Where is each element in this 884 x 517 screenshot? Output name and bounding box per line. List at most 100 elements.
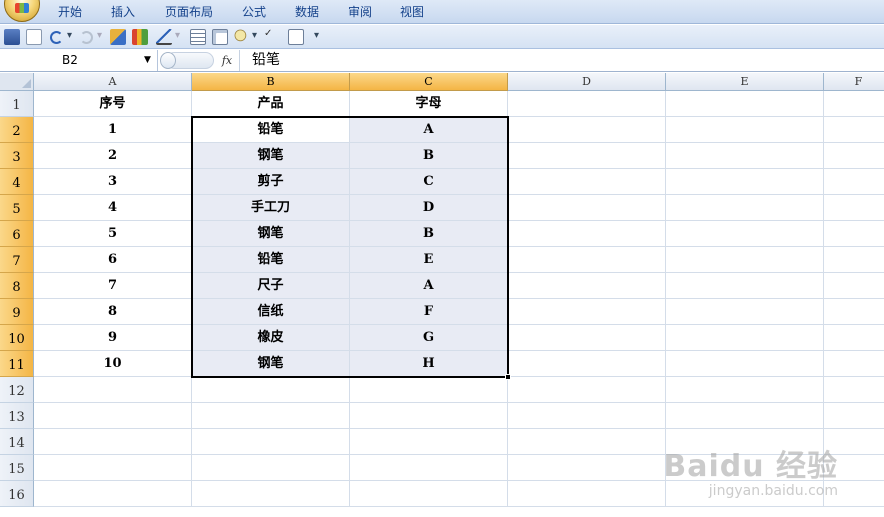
cell-d15[interactable] <box>508 455 666 481</box>
row-header-6[interactable]: 6 <box>0 221 34 247</box>
cell-e1[interactable] <box>666 91 824 117</box>
cell-c10[interactable]: G <box>350 325 508 351</box>
tab-insert[interactable]: 插入 <box>111 3 135 20</box>
cell-b7[interactable]: 铅笔 <box>192 247 350 273</box>
print-preview-icon[interactable] <box>288 29 304 45</box>
column-header-a[interactable]: A <box>34 73 192 91</box>
cell-c5[interactable]: D <box>350 195 508 221</box>
cell-b6[interactable]: 钢笔 <box>192 221 350 247</box>
cell-c3[interactable]: B <box>350 143 508 169</box>
cell-d12[interactable] <box>508 377 666 403</box>
row-header-5[interactable]: 5 <box>0 195 34 221</box>
spelling-icon[interactable]: ✓ <box>264 29 280 45</box>
save-icon[interactable] <box>4 29 20 45</box>
cell-c4[interactable]: C <box>350 169 508 195</box>
cell-a15[interactable] <box>34 455 192 481</box>
undo-dropdown-icon[interactable]: ▾ <box>67 30 72 41</box>
column-header-b[interactable]: B <box>192 73 350 91</box>
cell-a11[interactable]: 10 <box>34 351 192 377</box>
cell-a14[interactable] <box>34 429 192 455</box>
column-header-f[interactable]: F <box>824 73 884 91</box>
cell-f13[interactable] <box>824 403 884 429</box>
cell-d2[interactable] <box>508 117 666 143</box>
cell-f11[interactable] <box>824 351 884 377</box>
row-header-4[interactable]: 4 <box>0 169 34 195</box>
cell-d8[interactable] <box>508 273 666 299</box>
new-icon[interactable] <box>26 29 42 45</box>
tab-formulas[interactable]: 公式 <box>242 3 266 20</box>
column-header-d[interactable]: D <box>508 73 666 91</box>
cell-c6[interactable]: B <box>350 221 508 247</box>
cell-b14[interactable] <box>192 429 350 455</box>
cell-d1[interactable] <box>508 91 666 117</box>
tab-home[interactable]: 开始 <box>58 3 82 20</box>
column-header-e[interactable]: E <box>666 73 824 91</box>
cell-b1[interactable]: 产品 <box>192 91 350 117</box>
cell-d7[interactable] <box>508 247 666 273</box>
cell-a2[interactable]: 1 <box>34 117 192 143</box>
cell-b12[interactable] <box>192 377 350 403</box>
formula-bar-expand-icon[interactable] <box>160 52 176 69</box>
cell-b4[interactable]: 剪子 <box>192 169 350 195</box>
chart-icon[interactable] <box>132 29 148 45</box>
cell-c7[interactable]: E <box>350 247 508 273</box>
table-icon[interactable] <box>190 29 206 45</box>
cell-e8[interactable] <box>666 273 824 299</box>
cell-b3[interactable]: 钢笔 <box>192 143 350 169</box>
row-header-11[interactable]: 11 <box>0 351 34 377</box>
cell-e10[interactable] <box>666 325 824 351</box>
cell-a8[interactable]: 7 <box>34 273 192 299</box>
cell-b11[interactable]: 钢笔 <box>192 351 350 377</box>
formula-input[interactable]: 铅笔 <box>252 50 280 71</box>
cell-b15[interactable] <box>192 455 350 481</box>
cell-d9[interactable] <box>508 299 666 325</box>
cell-d13[interactable] <box>508 403 666 429</box>
redo-dropdown-icon[interactable]: ▾ <box>97 30 102 41</box>
cell-f8[interactable] <box>824 273 884 299</box>
cell-f12[interactable] <box>824 377 884 403</box>
cell-a5[interactable]: 4 <box>34 195 192 221</box>
tab-data[interactable]: 数据 <box>295 3 319 20</box>
cell-a13[interactable] <box>34 403 192 429</box>
cell-e7[interactable] <box>666 247 824 273</box>
cell-a12[interactable] <box>34 377 192 403</box>
cell-f1[interactable] <box>824 91 884 117</box>
tab-review[interactable]: 审阅 <box>348 3 372 20</box>
cell-c13[interactable] <box>350 403 508 429</box>
cell-e4[interactable] <box>666 169 824 195</box>
cell-a1[interactable]: 序号 <box>34 91 192 117</box>
cell-e6[interactable] <box>666 221 824 247</box>
row-header-10[interactable]: 10 <box>0 325 34 351</box>
cell-e2[interactable] <box>666 117 824 143</box>
cell-c11[interactable]: H <box>350 351 508 377</box>
cell-d3[interactable] <box>508 143 666 169</box>
cell-c8[interactable]: A <box>350 273 508 299</box>
cell-b10[interactable]: 橡皮 <box>192 325 350 351</box>
cell-f10[interactable] <box>824 325 884 351</box>
cell-a7[interactable]: 6 <box>34 247 192 273</box>
row-header-3[interactable]: 3 <box>0 143 34 169</box>
line-chart-icon[interactable] <box>156 29 172 45</box>
cell-e9[interactable] <box>666 299 824 325</box>
cell-c9[interactable]: F <box>350 299 508 325</box>
cell-a4[interactable]: 3 <box>34 169 192 195</box>
cell-e13[interactable] <box>666 403 824 429</box>
insert-function-button[interactable]: fx <box>216 50 238 71</box>
cell-b2[interactable]: 铅笔 <box>192 117 350 143</box>
name-box-dropdown-icon[interactable]: ▼ <box>144 50 151 71</box>
row-header-15[interactable]: 15 <box>0 455 34 481</box>
cell-d10[interactable] <box>508 325 666 351</box>
undo-icon[interactable] <box>50 31 63 44</box>
cell-d5[interactable] <box>508 195 666 221</box>
cell-a3[interactable]: 2 <box>34 143 192 169</box>
row-header-1[interactable]: 1 <box>0 91 34 117</box>
find-dropdown-icon[interactable]: ▾ <box>252 30 257 41</box>
cell-d6[interactable] <box>508 221 666 247</box>
cell-c12[interactable] <box>350 377 508 403</box>
row-header-9[interactable]: 9 <box>0 299 34 325</box>
find-icon[interactable] <box>234 29 250 45</box>
chart-dropdown-icon[interactable]: ▾ <box>175 30 180 41</box>
row-header-12[interactable]: 12 <box>0 377 34 403</box>
cell-f3[interactable] <box>824 143 884 169</box>
cell-c15[interactable] <box>350 455 508 481</box>
